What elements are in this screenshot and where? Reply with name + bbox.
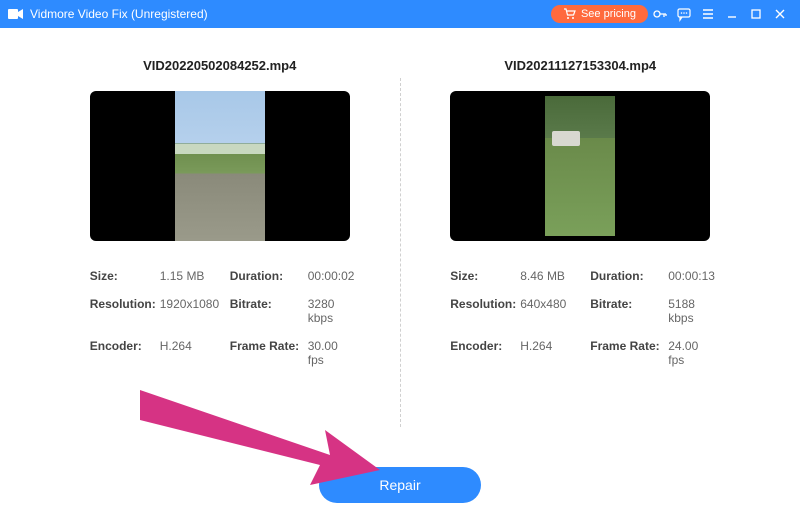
footer: Repair [0, 467, 800, 503]
titlebar: Vidmore Video Fix (Unregistered) See pri… [0, 0, 800, 28]
encoder-value: H.264 [520, 339, 590, 367]
feedback-icon[interactable] [672, 2, 696, 26]
framerate-value: 24.00 fps [668, 339, 715, 367]
app-title: Vidmore Video Fix (Unregistered) [30, 7, 208, 21]
key-icon[interactable] [648, 2, 672, 26]
cart-icon [563, 8, 576, 20]
app-logo-icon [8, 7, 24, 21]
duration-label: Duration: [590, 269, 668, 283]
framerate-value: 30.00 fps [308, 339, 355, 367]
size-label: Size: [90, 269, 160, 283]
right-video-meta: Size: 8.46 MB Duration: 00:00:13 Resolut… [450, 269, 710, 367]
main-content: VID20220502084252.mp4 Size: 1.15 MB Dura… [0, 28, 800, 457]
resolution-value: 1920x1080 [160, 297, 230, 325]
right-video-thumbnail[interactable] [450, 91, 710, 241]
framerate-label: Frame Rate: [590, 339, 668, 367]
resolution-label: Resolution: [450, 297, 520, 325]
encoder-label: Encoder: [90, 339, 160, 367]
bitrate-value: 5188 kbps [668, 297, 715, 325]
close-button[interactable] [768, 2, 792, 26]
duration-value: 00:00:13 [668, 269, 715, 283]
repair-button[interactable]: Repair [319, 467, 480, 503]
duration-label: Duration: [230, 269, 308, 283]
encoder-value: H.264 [160, 339, 230, 367]
minimize-button[interactable] [720, 2, 744, 26]
right-video-panel: VID20211127153304.mp4 Size: 8.46 MB Dura… [401, 58, 761, 447]
menu-icon[interactable] [696, 2, 720, 26]
resolution-label: Resolution: [90, 297, 160, 325]
resolution-value: 640x480 [520, 297, 590, 325]
size-value: 1.15 MB [160, 269, 230, 283]
size-value: 8.46 MB [520, 269, 590, 283]
bitrate-label: Bitrate: [230, 297, 308, 325]
duration-value: 00:00:02 [308, 269, 355, 283]
size-label: Size: [450, 269, 520, 283]
bitrate-label: Bitrate: [590, 297, 668, 325]
left-video-panel: VID20220502084252.mp4 Size: 1.15 MB Dura… [40, 58, 400, 447]
framerate-label: Frame Rate: [230, 339, 308, 367]
maximize-button[interactable] [744, 2, 768, 26]
encoder-label: Encoder: [450, 339, 520, 367]
left-video-thumbnail[interactable] [90, 91, 350, 241]
pricing-label: See pricing [581, 8, 636, 20]
see-pricing-button[interactable]: See pricing [551, 5, 648, 23]
bitrate-value: 3280 kbps [308, 297, 355, 325]
right-filename: VID20211127153304.mp4 [504, 58, 656, 73]
left-filename: VID20220502084252.mp4 [143, 58, 296, 73]
left-video-meta: Size: 1.15 MB Duration: 00:00:02 Resolut… [90, 269, 350, 367]
